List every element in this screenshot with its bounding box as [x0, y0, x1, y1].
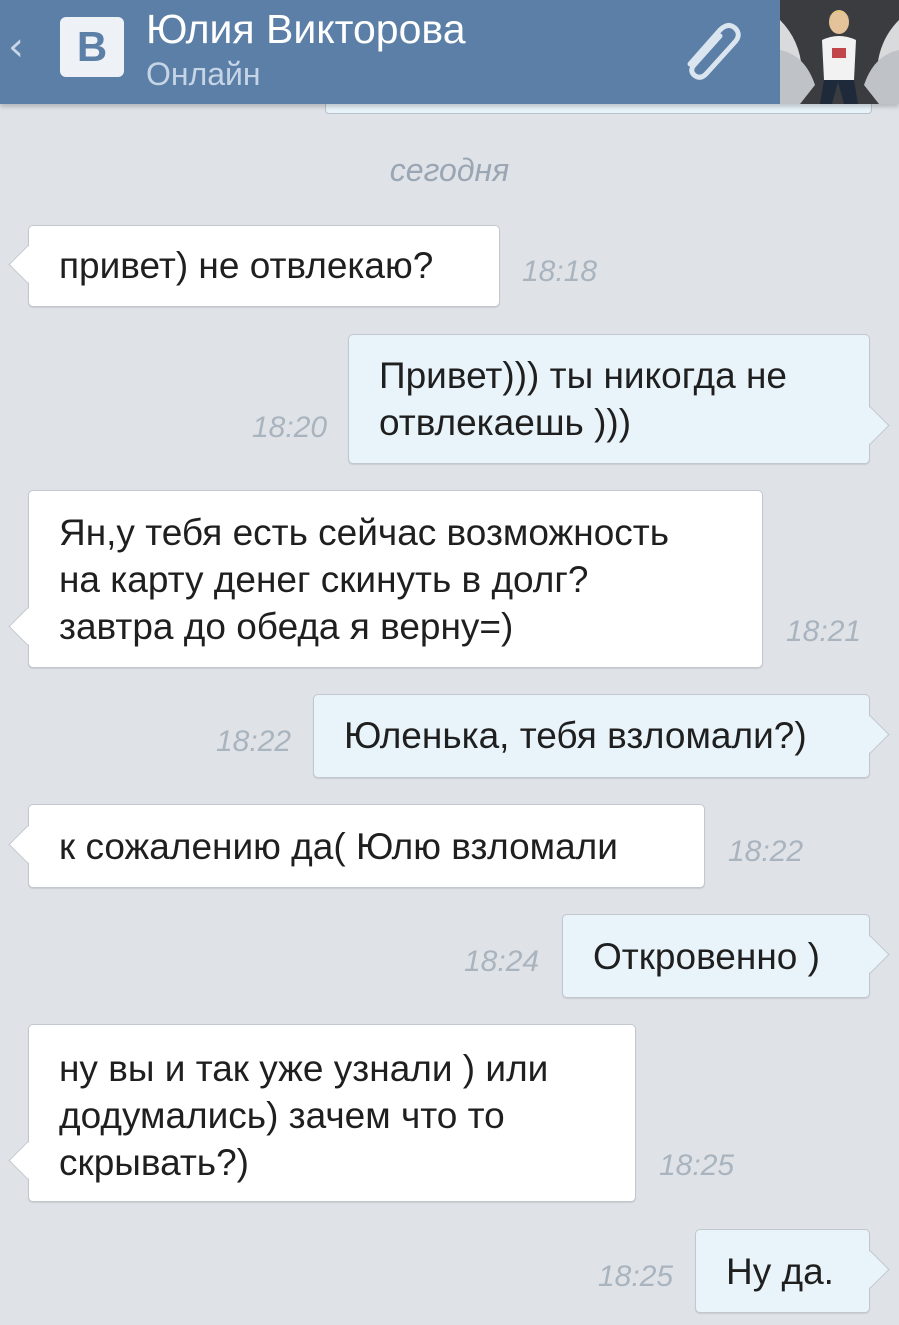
message-bubble-outgoing[interactable]: Ну да.: [695, 1229, 870, 1313]
contact-name[interactable]: Юлия Викторова: [146, 6, 466, 52]
message-text: Откровенно ): [593, 936, 820, 977]
message-bubble-incoming[interactable]: привет) не отвлекаю?: [28, 225, 500, 307]
message-time: 18:25: [659, 1149, 735, 1182]
message-bubble-incoming[interactable]: ну вы и так уже узнали ) или додумались)…: [28, 1024, 636, 1202]
message-text: ну вы и так уже узнали ) или додумались)…: [59, 1048, 549, 1183]
message-text: к сожалению да( Юлю взломали: [59, 826, 618, 867]
message-time: 18:22: [728, 835, 804, 868]
paperclip-icon[interactable]: [672, 14, 752, 84]
message-bubble-incoming[interactable]: Ян,у тебя есть сейчас возможность на кар…: [28, 490, 763, 668]
logo-letter: В: [76, 23, 108, 70]
chat-header: ‹ В Юлия Викторова Онлайн: [0, 0, 899, 104]
message-text: привет) не отвлекаю?: [59, 245, 434, 286]
message-time: 18:22: [216, 725, 292, 758]
message-bubble-outgoing[interactable]: Привет))) ты никогда не отвлекаешь ))): [348, 334, 870, 464]
message-text: Ну да.: [726, 1251, 834, 1292]
contact-status: Онлайн: [146, 56, 261, 92]
contact-avatar[interactable]: [780, 0, 899, 104]
message-time: 18:25: [598, 1260, 674, 1293]
message-bubble-outgoing[interactable]: Откровенно ): [562, 914, 870, 998]
message-text: Привет))) ты никогда не отвлекаешь ))): [379, 355, 788, 443]
message-time: 18:18: [522, 255, 598, 288]
vk-logo[interactable]: В: [60, 17, 124, 77]
message-bubble-outgoing[interactable]: Юленька, тебя взломали?): [313, 694, 870, 778]
message-time: 18:24: [464, 945, 540, 978]
chevron-left-icon[interactable]: ‹: [8, 22, 32, 72]
message-text: Юленька, тебя взломали?): [344, 715, 807, 756]
message-bubble-incoming[interactable]: к сожалению да( Юлю взломали: [28, 804, 705, 888]
message-text: Ян,у тебя есть сейчас возможность на кар…: [59, 512, 670, 647]
message-time: 18:21: [786, 615, 862, 648]
message-time: 18:20: [252, 411, 328, 444]
date-separator: сегодня: [389, 152, 510, 188]
